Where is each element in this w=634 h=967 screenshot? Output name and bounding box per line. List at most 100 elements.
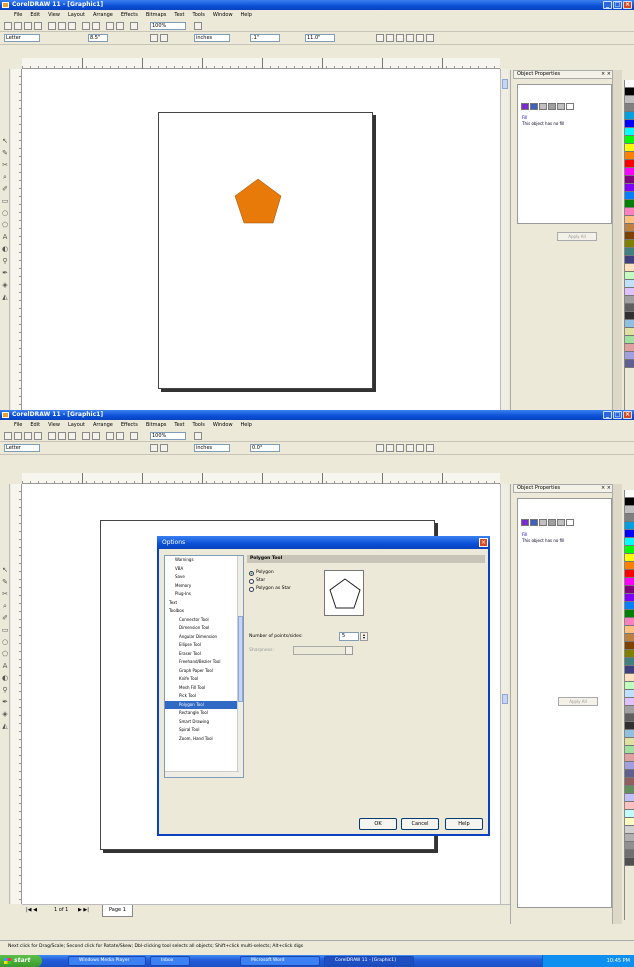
- palette-swatch[interactable]: [625, 136, 634, 144]
- menu-window[interactable]: Window: [213, 12, 233, 18]
- tree-item[interactable]: Toolbox: [165, 607, 243, 616]
- tree-item[interactable]: Rectangle Tool: [165, 709, 243, 718]
- copy-icon[interactable]: [58, 22, 66, 30]
- palette-swatch[interactable]: [625, 778, 634, 786]
- text-tool-icon[interactable]: A: [1, 233, 9, 241]
- fill-tab-icon[interactable]: [521, 519, 529, 526]
- detail-tab-icon[interactable]: [548, 519, 556, 526]
- drawing-page[interactable]: [158, 112, 373, 389]
- menu-layout[interactable]: Layout: [68, 422, 85, 428]
- ellipse-tool-icon[interactable]: ○: [1, 638, 9, 646]
- export-icon[interactable]: [116, 432, 124, 440]
- shape-tool-icon[interactable]: ✎: [1, 149, 9, 157]
- snap-icon[interactable]: [194, 432, 202, 440]
- portrait-icon[interactable]: [150, 34, 158, 42]
- polygon-tool-icon[interactable]: ⬠: [1, 221, 9, 229]
- menu-layout[interactable]: Layout: [68, 12, 85, 18]
- vertical-scrollbar[interactable]: [500, 484, 508, 904]
- taskbar-item-inbox[interactable]: Inbox: [150, 956, 190, 966]
- menu-arrange[interactable]: Arrange: [93, 422, 113, 428]
- minimize-button[interactable]: _: [603, 411, 612, 419]
- vertical-scrollbar[interactable]: [500, 69, 508, 410]
- order-icon[interactable]: [386, 444, 394, 452]
- units-combo[interactable]: inches: [194, 444, 230, 452]
- export-icon[interactable]: [116, 22, 124, 30]
- palette-swatch[interactable]: [625, 216, 634, 224]
- ok-button[interactable]: OK: [359, 818, 397, 830]
- dialog-close-button[interactable]: ×: [479, 538, 488, 547]
- palette-swatch[interactable]: [625, 160, 634, 168]
- palette-swatch[interactable]: [625, 842, 634, 850]
- palette-swatch[interactable]: [625, 360, 634, 368]
- ungroup-icon[interactable]: [406, 444, 414, 452]
- menu-bitmaps[interactable]: Bitmaps: [146, 422, 167, 428]
- menu-file[interactable]: File: [14, 12, 22, 18]
- palette-swatch[interactable]: [625, 770, 634, 778]
- nudge-field[interactable]: .1": [250, 34, 280, 42]
- tree-item[interactable]: Freehand/Bezier Tool: [165, 658, 243, 667]
- help-button[interactable]: Help: [445, 818, 483, 830]
- palette-swatch[interactable]: [625, 546, 634, 554]
- close-button[interactable]: ×: [623, 1, 632, 9]
- palette-swatch[interactable]: [625, 762, 634, 770]
- menu-effects[interactable]: Effects: [121, 12, 138, 18]
- cut-icon[interactable]: [48, 22, 56, 30]
- angle-field[interactable]: 0.0°: [250, 444, 280, 452]
- palette-swatch[interactable]: [625, 144, 634, 152]
- knife-tool-icon[interactable]: ✂: [1, 590, 9, 598]
- save-icon[interactable]: [24, 22, 32, 30]
- interactive-tool-icon[interactable]: ◐: [1, 674, 9, 682]
- palette-swatch[interactable]: [625, 826, 634, 834]
- menu-bitmaps[interactable]: Bitmaps: [146, 12, 167, 18]
- palette-swatch[interactable]: [625, 714, 634, 722]
- app-launcher-icon[interactable]: [130, 22, 138, 30]
- palette-swatch[interactable]: [625, 818, 634, 826]
- paper-width-field[interactable]: 8.5": [88, 34, 108, 42]
- first-page-button[interactable]: |◀ ◀: [26, 905, 37, 917]
- tree-item[interactable]: Memory: [165, 582, 243, 591]
- shape-tool-icon[interactable]: ✎: [1, 578, 9, 586]
- group-icon[interactable]: [396, 444, 404, 452]
- palette-swatch[interactable]: [625, 248, 634, 256]
- landscape-icon[interactable]: [160, 444, 168, 452]
- pick-tool-icon[interactable]: ↖: [1, 137, 9, 145]
- apply-all-button[interactable]: Apply All: [558, 697, 598, 706]
- scroll-thumb[interactable]: [502, 79, 508, 89]
- general-tab-icon[interactable]: [539, 519, 547, 526]
- palette-swatch[interactable]: [625, 112, 634, 120]
- zoom-combo[interactable]: 100%: [150, 432, 186, 440]
- tree-item[interactable]: Save: [165, 573, 243, 582]
- tree-item[interactable]: Pick Tool: [165, 692, 243, 701]
- palette-swatch[interactable]: [625, 642, 634, 650]
- palette-swatch[interactable]: [625, 834, 634, 842]
- palette-swatch[interactable]: [625, 498, 634, 506]
- palette-swatch[interactable]: [625, 288, 634, 296]
- pentagon-shape[interactable]: [234, 178, 282, 224]
- apply-all-button[interactable]: Apply All: [557, 232, 597, 241]
- docker-tab-strip[interactable]: [612, 70, 622, 410]
- freehand-tool-icon[interactable]: ✐: [1, 185, 9, 193]
- palette-swatch[interactable]: [625, 208, 634, 216]
- radio-polygon-as-star[interactable]: Polygon as Star: [249, 586, 291, 592]
- break-apart-icon[interactable]: [426, 444, 434, 452]
- radio-polygon[interactable]: Polygon: [249, 570, 274, 576]
- zoom-tool-icon[interactable]: ⌕: [1, 602, 9, 610]
- palette-swatch[interactable]: [625, 128, 634, 136]
- interactive-tool-icon[interactable]: ◐: [1, 245, 9, 253]
- palette-swatch[interactable]: [625, 490, 634, 498]
- palette-swatch[interactable]: [625, 754, 634, 762]
- interactive-fill-icon[interactable]: ◭: [1, 293, 9, 301]
- close-tab-icon[interactable]: [566, 519, 574, 526]
- palette-swatch[interactable]: [625, 530, 634, 538]
- align-icon[interactable]: [376, 444, 384, 452]
- fill-link[interactable]: Fill: [522, 115, 527, 120]
- cancel-button[interactable]: Cancel: [401, 818, 439, 830]
- palette-swatch[interactable]: [625, 152, 634, 160]
- pick-tool-icon[interactable]: ↖: [1, 566, 9, 574]
- internet-tab-icon[interactable]: [557, 519, 565, 526]
- palette-swatch[interactable]: [625, 666, 634, 674]
- align-icon[interactable]: [376, 34, 384, 42]
- menu-arrange[interactable]: Arrange: [93, 12, 113, 18]
- tree-scrollbar[interactable]: [237, 556, 243, 777]
- freehand-tool-icon[interactable]: ✐: [1, 614, 9, 622]
